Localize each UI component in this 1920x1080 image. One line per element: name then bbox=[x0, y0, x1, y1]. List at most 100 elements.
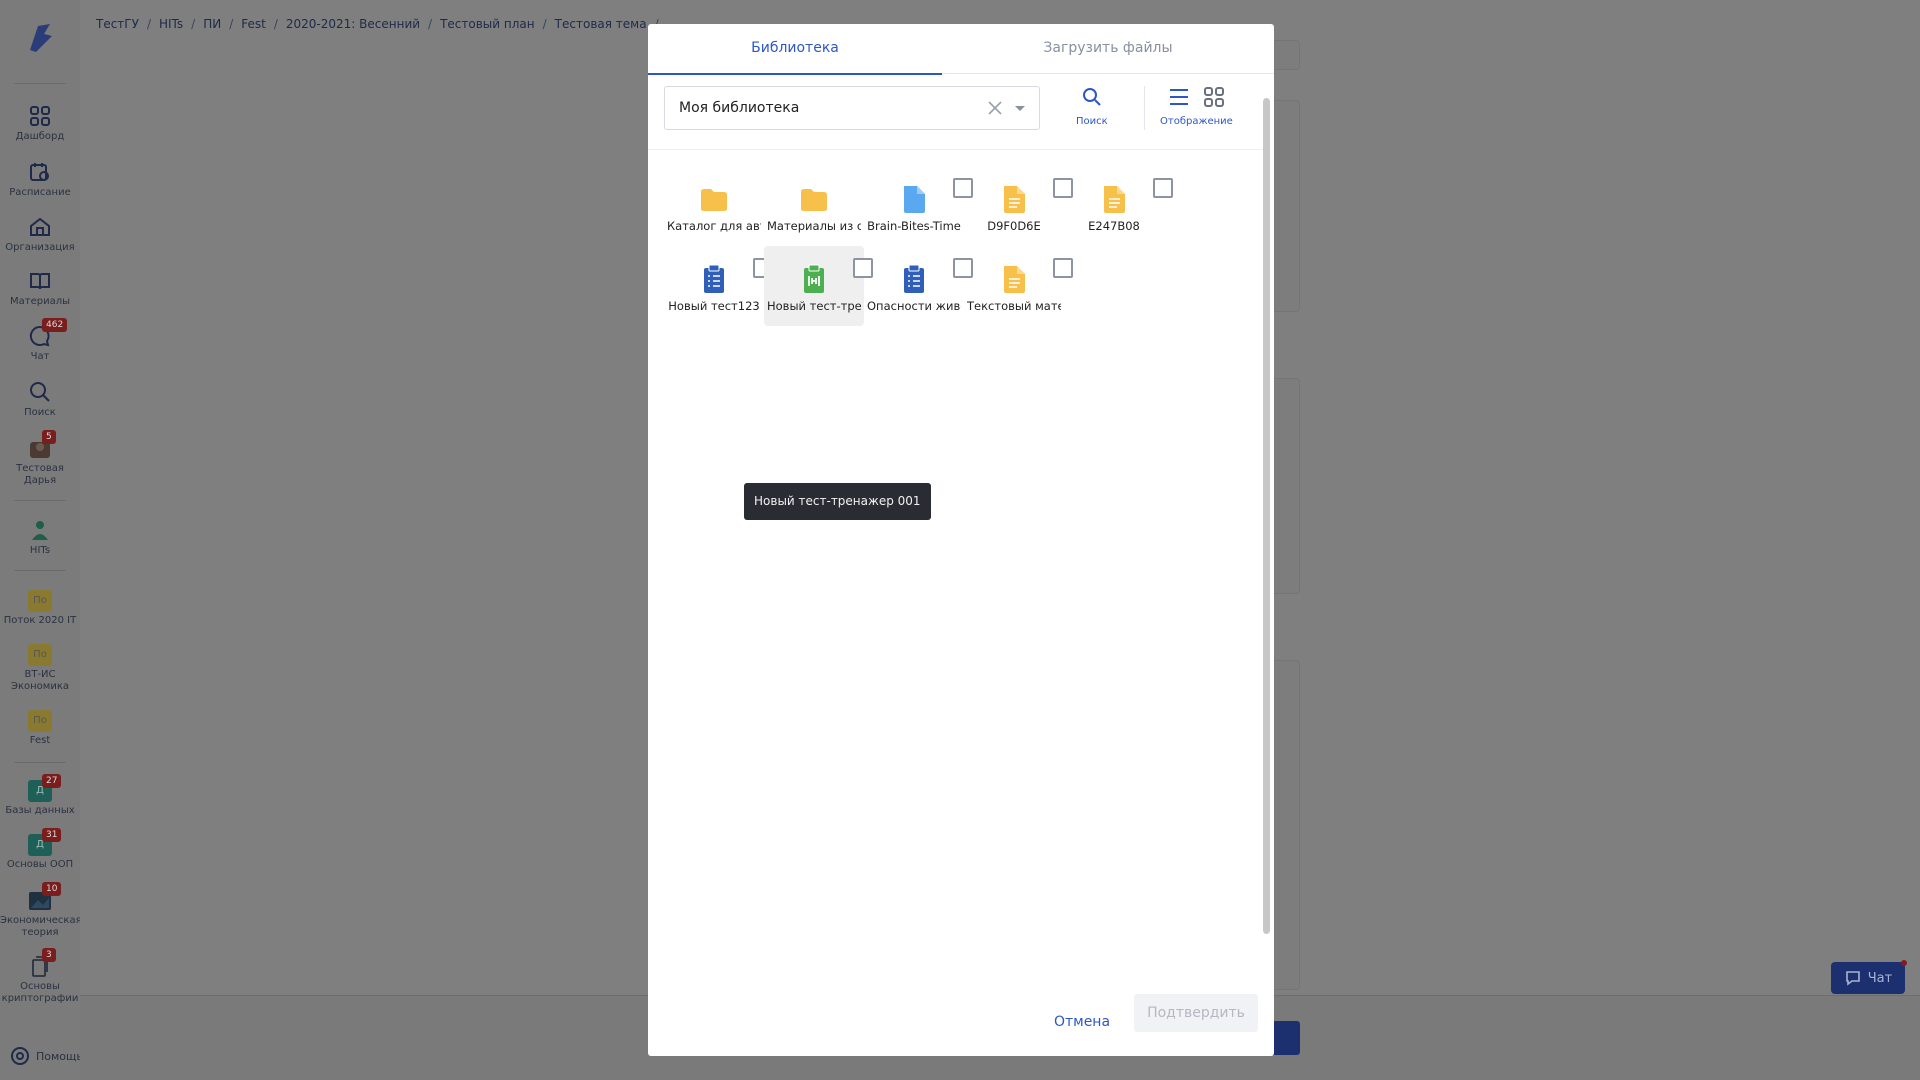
cancel-button[interactable]: Отмена bbox=[1034, 1004, 1130, 1040]
help-link[interactable]: Помощь bbox=[10, 1046, 83, 1066]
sidebar-item-course[interactable]: Пo Поток 2020 IT bbox=[0, 590, 80, 627]
sidebar-item-label: Чат bbox=[30, 351, 50, 362]
item-tooltip: Новый тест-тренажер 001 bbox=[744, 483, 931, 520]
breadcrumb-item[interactable]: ТестГУ bbox=[96, 17, 139, 31]
search-button-label: Поиск bbox=[1076, 116, 1108, 127]
breadcrumb-item[interactable]: Тестовый план bbox=[440, 17, 535, 31]
tab-library[interactable]: Библиотека bbox=[648, 24, 942, 75]
sidebar-item-organization[interactable]: Организация bbox=[0, 215, 80, 254]
file-icon bbox=[904, 186, 925, 213]
breadcrumb-separator: / bbox=[191, 17, 196, 31]
sidebar-item-course[interactable]: Д 27 Базы данных bbox=[0, 774, 80, 817]
clear-icon[interactable] bbox=[987, 100, 1003, 116]
sidebar-item-label: Расписание bbox=[9, 187, 71, 198]
notification-badge: 31 bbox=[42, 828, 62, 842]
notification-badge: 10 bbox=[42, 882, 62, 896]
item-checkbox[interactable] bbox=[1153, 178, 1173, 198]
file-picker-dialog: Библиотека Загрузить файлы Моя библиотек… bbox=[648, 24, 1274, 1056]
scrollbar-thumb[interactable] bbox=[1263, 98, 1270, 934]
sidebar-item-course[interactable]: 3 Основы криптографии bbox=[0, 948, 80, 1005]
item-checkbox[interactable] bbox=[1053, 258, 1073, 278]
sidebar-item-profile[interactable]: 5 Тестовая Дарья bbox=[0, 430, 80, 487]
document-icon bbox=[1004, 186, 1025, 213]
breadcrumb-item[interactable]: HITs bbox=[159, 17, 183, 31]
search-button[interactable]: Поиск bbox=[1076, 86, 1108, 127]
item-name: Новый тест123 bbox=[668, 299, 760, 313]
course-thumbnail: Пo bbox=[28, 644, 52, 666]
library-item-file[interactable]: Brain-Bites-Time bbox=[864, 166, 973, 246]
clipboard-trainer-icon bbox=[804, 264, 824, 293]
document-icon bbox=[1004, 266, 1025, 293]
grid-view-icon[interactable] bbox=[1203, 86, 1225, 108]
breadcrumb-item[interactable]: Тестовая тема bbox=[555, 17, 647, 31]
list-view-icon[interactable] bbox=[1168, 86, 1190, 108]
item-name: Текстовый материал bbox=[967, 299, 1061, 313]
sidebar-item-course[interactable]: Д 31 Основы ООП bbox=[0, 828, 80, 871]
lifebuoy-icon bbox=[11, 1047, 29, 1065]
breadcrumb-separator: / bbox=[229, 17, 234, 31]
notification-badge: 5 bbox=[42, 430, 56, 444]
sidebar-item-course[interactable]: Пo Fest bbox=[0, 710, 80, 747]
item-name: Материалы из общих bbox=[767, 219, 861, 233]
library-select[interactable]: Моя библиотека bbox=[664, 86, 1040, 130]
chevron-down-icon[interactable] bbox=[1015, 106, 1025, 111]
app-logo-icon[interactable] bbox=[24, 20, 56, 54]
sidebar-item-materials[interactable]: Материалы bbox=[0, 269, 80, 308]
library-item-test[interactable]: Новый тест123 bbox=[664, 246, 773, 326]
sidebar-item-label: Тестовая Дарья bbox=[16, 463, 64, 486]
item-name: D9F0D6E bbox=[987, 219, 1041, 233]
sidebar-item-hits[interactable]: HITs bbox=[0, 518, 80, 557]
item-name: Новый тест-тренажер 001 bbox=[767, 299, 861, 313]
library-item-test[interactable]: Опасности живой природы bbox=[864, 246, 973, 326]
folder-icon bbox=[701, 189, 727, 211]
tab-upload-files[interactable]: Загрузить файлы bbox=[961, 24, 1255, 74]
breadcrumb: ТестГУ / HITs / ПИ / Fest / 2020-2021: Весенний /… bbox=[96, 17, 667, 31]
folder-icon bbox=[801, 189, 827, 211]
sidebar: Дашборд Расписание Организация Материалы… bbox=[0, 0, 83, 1080]
course-thumbnail: Пo bbox=[28, 710, 52, 732]
library-item-folder[interactable]: Материалы из общих bbox=[764, 166, 864, 246]
document-icon bbox=[1104, 186, 1125, 213]
sidebar-divider bbox=[14, 500, 66, 501]
item-name: Каталог для авторов bbox=[667, 219, 761, 233]
sidebar-item-chat[interactable]: 462 Чат bbox=[0, 318, 80, 363]
scrollbar[interactable] bbox=[1262, 74, 1270, 934]
clipboard-test-icon bbox=[704, 264, 724, 293]
library-item-document[interactable]: Текстовый материал bbox=[964, 246, 1073, 326]
breadcrumb-item[interactable]: 2020-2021: Весенний bbox=[286, 17, 420, 31]
sidebar-item-search[interactable]: Поиск bbox=[0, 380, 80, 419]
breadcrumb-item[interactable]: Fest bbox=[241, 17, 266, 31]
sidebar-item-label: Поток 2020 IT bbox=[3, 615, 77, 626]
schedule-icon bbox=[30, 163, 49, 181]
search-icon bbox=[30, 382, 50, 402]
sidebar-item-label: Fest bbox=[29, 735, 51, 746]
sidebar-item-label: Базы данных bbox=[5, 805, 75, 816]
item-name: E247B08 bbox=[1088, 219, 1140, 233]
sidebar-item-dashboard[interactable]: Дашборд bbox=[0, 104, 80, 143]
library-item-folder[interactable]: Каталог для авторов bbox=[664, 166, 764, 246]
book-icon bbox=[30, 273, 50, 290]
library-item-document[interactable]: E247B08 bbox=[1064, 166, 1173, 246]
chat-widget-label: Чат bbox=[1867, 970, 1893, 986]
sidebar-item-label: Основы ООП bbox=[6, 859, 74, 870]
library-item-document[interactable]: D9F0D6E bbox=[964, 166, 1073, 246]
sidebar-item-label: Поиск bbox=[24, 407, 56, 418]
notification-badge: 27 bbox=[42, 774, 62, 788]
sidebar-item-schedule[interactable]: Расписание bbox=[0, 160, 80, 199]
view-mode-button[interactable]: Отображение bbox=[1160, 86, 1233, 127]
unread-badge: 462 bbox=[42, 318, 68, 332]
sidebar-item-label: Основы криптографии bbox=[1, 981, 79, 1004]
clipboard-test-icon bbox=[904, 264, 924, 293]
library-select-value: Моя библиотека bbox=[679, 100, 800, 116]
library-item-trainer[interactable]: Новый тест-тренажер 001 bbox=[764, 246, 873, 326]
hits-logo-icon bbox=[32, 521, 48, 540]
item-name: Опасности живой природы bbox=[867, 299, 961, 313]
sidebar-item-course[interactable]: 10 Экономическая теория bbox=[0, 882, 82, 939]
breadcrumb-separator: / bbox=[428, 17, 433, 31]
unread-dot bbox=[1901, 960, 1907, 966]
sidebar-item-label: Дашборд bbox=[15, 131, 65, 142]
confirm-button[interactable]: Подтвердить bbox=[1134, 994, 1258, 1032]
breadcrumb-item[interactable]: ПИ bbox=[203, 17, 221, 31]
sidebar-item-course[interactable]: Пo ВТ-ИС Экономика bbox=[0, 644, 80, 693]
chat-widget-button[interactable]: Чат bbox=[1831, 960, 1907, 994]
